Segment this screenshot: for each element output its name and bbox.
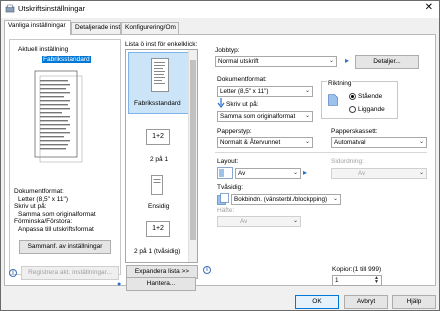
- layout-label: Layout:: [217, 158, 239, 165]
- info-icon[interactable]: i: [203, 266, 211, 274]
- job-type-value: Normal utskrift: [218, 58, 259, 65]
- chevron-down-icon: ⌄: [328, 58, 334, 64]
- paper-type-label: Papperstyp:: [217, 128, 252, 135]
- list-item-selected[interactable]: Fabriksstandard: [128, 52, 189, 114]
- list-item-label: Fabriksstandard: [134, 100, 181, 107]
- scrollbar-thumb[interactable]: [190, 60, 196, 240]
- page-preview-icon: [34, 70, 83, 163]
- two-on-one-duplex-icon: 1+2: [146, 221, 170, 237]
- tab-panel: Aktuell inställning Fabriksstandard Doku…: [4, 34, 436, 286]
- list-item-label: 2 på 1: [150, 156, 169, 163]
- paper-tray-select[interactable]: Automatval ⌄: [331, 137, 427, 148]
- chevron-down-icon: ⌄: [332, 196, 338, 202]
- details-button[interactable]: Detaljer...: [355, 55, 419, 69]
- printer-icon: [5, 4, 15, 13]
- current-preset-name: Fabriksstandard: [42, 56, 91, 63]
- copies-value: 1: [335, 277, 339, 284]
- chevron-down-icon: ⌄: [292, 170, 298, 176]
- copies-input[interactable]: 1 ▲ ▼: [332, 275, 382, 286]
- factory-default-page-icon: [151, 58, 169, 92]
- manage-button[interactable]: Hantera...: [126, 277, 196, 291]
- chevron-down-icon: ⌄: [304, 113, 310, 119]
- summary-doc-size-value: Letter (8,5" x 11"): [18, 196, 69, 203]
- spinner-arrows-icon[interactable]: ▲ ▼: [374, 276, 379, 285]
- arrow-down-icon: [217, 98, 225, 108]
- orientation-label: Riktning: [327, 80, 353, 87]
- help-button[interactable]: Hjälp: [392, 295, 436, 309]
- summary-print-on-value: Samma som originalformat: [18, 211, 96, 218]
- chevron-down-icon: ⌄: [418, 170, 424, 176]
- list-scrollbar[interactable]: [188, 50, 197, 262]
- copies-label: Kopior:(1 till 999): [332, 266, 382, 273]
- list-item-label: Ensidig: [148, 203, 170, 210]
- duplex-select[interactable]: Bokbindn. (vänsterbl./blockpping) ⌄: [231, 194, 341, 205]
- tab-configuration-about[interactable]: Konfigurering/Om: [121, 22, 179, 34]
- page-order-value: Av: [358, 170, 366, 177]
- title-bar: Utskriftsinställningar ✕: [1, 1, 439, 18]
- print-on-select[interactable]: Samma som originalformat ⌄: [217, 111, 313, 122]
- layout-page-icon: [217, 167, 233, 179]
- summary-zoom-value: Anpassa till utskriftsformat: [18, 226, 94, 233]
- chevron-down-icon: ⌄: [418, 139, 424, 145]
- window-title: Utskriftsinställningar: [18, 4, 86, 13]
- portrait-radio[interactable]: [349, 93, 356, 100]
- print-on-label: Skriv ut på:: [226, 101, 259, 108]
- settings-summary-button[interactable]: Sammanf. av inställningar: [19, 240, 111, 254]
- doc-size-label: Dokumentformat:: [217, 76, 267, 83]
- summary-zoom-label: Förminska/Förstora:: [14, 218, 73, 225]
- job-type-label: Jobbtyp:: [215, 47, 240, 54]
- one-click-list[interactable]: Fabriksstandard 1+2 2 på 1 Ensidig 1+2 2…: [125, 49, 198, 263]
- staple-value: Av: [240, 218, 248, 225]
- page-order-label: Sidordning:: [331, 158, 364, 165]
- divider: [215, 152, 427, 153]
- current-settings-group: Aktuell inställning Fabriksstandard Doku…: [9, 39, 121, 275]
- staple-label: Häfte:: [217, 207, 235, 214]
- info-icon[interactable]: i: [9, 269, 17, 277]
- register-current-settings-button[interactable]: Registrera akt. inställningar...: [21, 266, 119, 280]
- paper-type-value: Normalt & Återvunnet: [220, 139, 281, 146]
- layout-select[interactable]: Av ⌄: [235, 168, 301, 179]
- layout-value: Av: [238, 170, 246, 177]
- one-sided-page-icon: [151, 175, 163, 195]
- paper-tray-value: Automatval: [334, 139, 366, 146]
- tab-detailed-settings[interactable]: Detaljerade inst: [71, 22, 121, 34]
- ok-button[interactable]: OK: [295, 295, 339, 309]
- summary-doc-size-label: Dokumentformat:: [14, 188, 64, 195]
- triangle-right-icon: ▸: [303, 168, 308, 177]
- duplex-label: Tvåsidig:: [217, 184, 244, 191]
- summary-print-on-label: Skriv ut på:: [14, 203, 47, 210]
- landscape-radio[interactable]: [349, 106, 356, 113]
- paper-type-select[interactable]: Normalt & Återvunnet ⌄: [217, 137, 313, 148]
- two-on-one-icon: 1+2: [146, 129, 170, 145]
- portrait-label: Stående: [358, 93, 383, 100]
- staple-select[interactable]: Av ⌄: [217, 216, 301, 227]
- orientation-group: Riktning Stående Liggande: [321, 80, 398, 119]
- page-order-select[interactable]: Av ⌄: [331, 168, 427, 179]
- portrait-page-icon: [328, 94, 338, 106]
- duplex-value: Bokbindn. (vänsterbl./blockpping): [234, 196, 328, 203]
- duplex-page-icon: [217, 193, 229, 205]
- tab-common-settings[interactable]: Vanliga inställningar: [4, 20, 71, 35]
- doc-size-select[interactable]: Letter (8,5" x 11") ⌄: [217, 86, 313, 97]
- print-settings-window: Utskriftsinställningar ✕ Vanliga inställ…: [0, 0, 440, 311]
- chevron-down-icon: ⌄: [304, 88, 310, 94]
- chevron-down-icon: ⌄: [292, 218, 298, 224]
- user-icon: ●: [117, 281, 122, 288]
- list-item-label: 2 på 1 (tvåsidig): [134, 248, 181, 255]
- job-type-select[interactable]: Normal utskrift ⌄: [215, 56, 337, 67]
- paper-tray-label: Papperskassett:: [331, 128, 378, 135]
- triangle-right-icon: ▸: [345, 56, 350, 65]
- print-on-value: Samma som originalformat: [220, 113, 296, 120]
- one-click-list-heading: Lista ö inst för enkelklick:: [125, 41, 198, 48]
- close-icon[interactable]: ✕: [425, 2, 433, 13]
- landscape-label: Liggande: [358, 106, 385, 113]
- tab-strip: Vanliga inställningar Detaljerade inst K…: [4, 20, 436, 35]
- current-settings-heading: Aktuell inställning: [18, 46, 69, 53]
- doc-size-value: Letter (8,5" x 11"): [220, 88, 269, 95]
- chevron-down-icon: ⌄: [304, 139, 310, 145]
- cancel-button[interactable]: Avbryt: [344, 295, 388, 309]
